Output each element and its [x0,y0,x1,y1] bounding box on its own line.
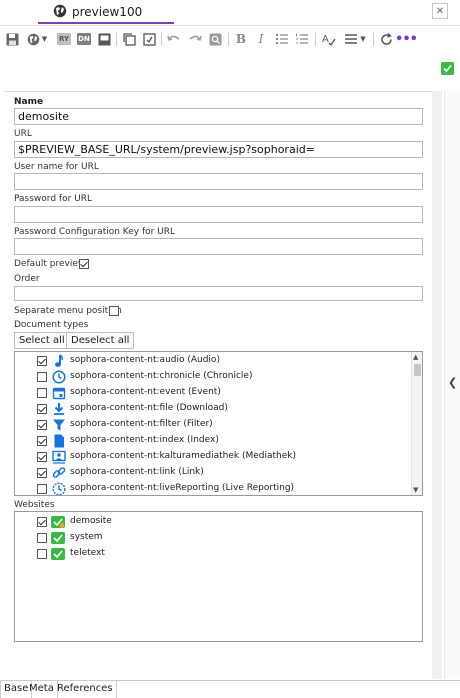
toolbar: ▼ RY DN B I A ▼ ••• [0,28,460,50]
globe-icon [53,4,67,18]
numbered-list-icon[interactable] [294,31,310,47]
bottom-tab-bar: Base Meta References [0,680,460,698]
panel-scrollbar[interactable] [432,91,442,679]
default-preview-checkbox[interactable] [79,259,89,269]
select-all-button[interactable]: Select all [14,332,70,349]
list-item[interactable]: demosite [15,514,410,530]
checkbox[interactable] [37,356,47,366]
scroll-up-icon[interactable]: ▲ [413,353,418,361]
site-check-icon [51,516,65,528]
site-check-icon [51,532,65,544]
list-item[interactable]: sophora-content-nt:liveReporting (Live R… [15,481,410,495]
list-item[interactable]: system [15,530,410,546]
checkbox[interactable] [37,468,47,478]
checkbox[interactable] [37,388,47,398]
tab-bar: preview100 ✕ [0,0,460,24]
checkbox[interactable] [37,452,47,462]
spellcheck-icon[interactable]: A [321,31,337,47]
music-note-icon [55,354,63,367]
pwconfig-label: Password Configuration Key for URL [14,227,176,237]
list-item[interactable]: sophora-content-nt:filter (Filter) [15,417,410,433]
document-icon [54,434,64,448]
list-item[interactable]: sophora-content-nt:link (Link) [15,465,410,481]
default-preview-label: Default preview [14,259,86,269]
websites-list[interactable]: demosite system teletext [14,511,423,642]
doc-types-label: Document types [14,320,89,330]
username-field[interactable] [14,173,423,190]
scroll-thumb[interactable] [414,364,421,376]
divider [315,32,316,46]
filter-icon [53,419,65,431]
divider [116,32,117,46]
paste-icon[interactable] [141,31,157,47]
clock-icon [52,370,66,384]
checkbox[interactable] [37,517,47,527]
tab-title: preview100 [72,5,143,19]
status-ok-icon [441,62,454,75]
list-item[interactable]: sophora-content-nt:chronicle (Chronicle) [15,369,410,385]
divider [373,32,374,46]
url-label: URL [14,129,32,139]
checkbox[interactable] [37,549,47,559]
checkbox[interactable] [37,436,47,446]
divider [0,25,460,26]
websites-label: Websites [14,500,55,510]
tab-preview[interactable]: preview100 [38,0,174,24]
doc-types-list[interactable]: sophora-content-nt:audio (Audio) sophora… [14,351,423,496]
checkbox[interactable] [37,420,47,430]
site-check-icon [51,548,65,560]
username-label: User name for URL [14,162,99,172]
ry-icon[interactable]: RY [56,31,72,47]
find-icon[interactable] [207,31,223,47]
more-icon[interactable]: ••• [395,31,418,47]
close-icon[interactable]: ✕ [432,3,448,19]
deselect-all-button[interactable]: Deselect all [66,332,135,349]
undo-icon[interactable] [166,31,182,47]
tab-references[interactable]: References [54,681,117,698]
refresh-icon[interactable] [378,31,394,47]
media-icon [52,450,66,464]
bold-icon[interactable]: B [234,31,248,47]
list-item[interactable]: sophora-content-nt:file (Download) [15,401,410,417]
download-icon [54,403,64,415]
list-item[interactable]: sophora-content-nt:audio (Audio) [15,353,410,369]
divider [161,32,162,46]
list-item[interactable]: sophora-content-nt:event (Event) [15,385,410,401]
checkbox[interactable] [37,533,47,543]
svg-text:A: A [322,34,329,45]
name-field[interactable]: demosite [14,108,423,125]
checkbox[interactable] [37,484,47,494]
scroll-down-icon[interactable]: ▼ [413,486,418,494]
chevron-left-icon[interactable]: ❮ [448,376,457,389]
calendar-icon [52,387,66,400]
inbox-icon[interactable] [96,31,112,47]
list-item[interactable]: sophora-content-nt:kalturamediathek (Med… [15,449,410,465]
globe-dropdown-icon[interactable]: ▼ [24,31,50,47]
name-label: Name [14,97,44,107]
checkbox[interactable] [37,372,47,382]
live-clock-icon [52,482,66,495]
list-scrollbar[interactable]: ▲ ▼ [411,352,422,495]
order-label: Order [14,274,40,284]
save-icon[interactable] [4,31,20,47]
url-field[interactable]: $PREVIEW_BASE_URL/system/preview.jsp?sop… [14,141,423,158]
italic-icon[interactable]: I [254,31,268,47]
order-field[interactable] [14,286,423,301]
separate-menu-checkbox[interactable] [109,306,119,316]
checkbox[interactable] [37,404,47,414]
copy-icon[interactable] [121,31,137,47]
list-item[interactable]: teletext [15,546,410,562]
password-label: Password for URL [14,194,92,204]
divider [228,32,229,46]
align-icon[interactable]: ▼ [341,31,369,47]
redo-icon[interactable] [187,31,203,47]
list-item[interactable]: sophora-content-nt:index (Index) [15,433,410,449]
separate-menu-label: Separate menu position [14,306,122,316]
bullet-list-icon[interactable] [274,31,290,47]
password-field[interactable] [14,206,423,223]
pwconfig-field[interactable] [14,238,423,255]
link-icon [52,467,66,478]
dn-icon[interactable]: DN [76,31,92,47]
